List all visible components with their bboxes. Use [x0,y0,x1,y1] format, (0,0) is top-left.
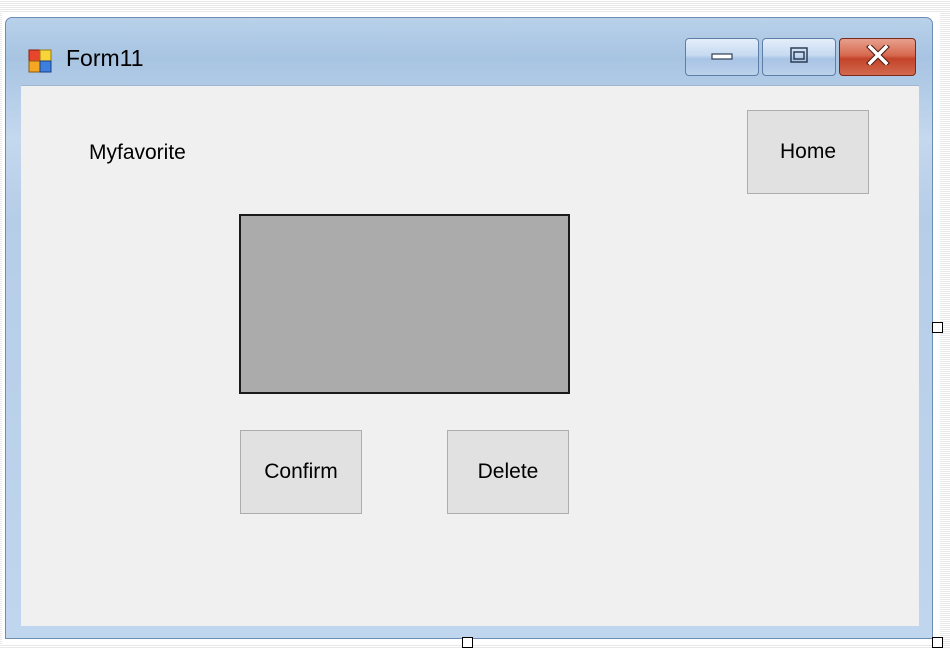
app-icon [28,49,52,73]
confirm-button[interactable]: Confirm [240,430,362,514]
designer-surface: Form11 Myfavorite Home Confirm Delete [0,0,950,648]
close-button[interactable] [839,38,916,76]
minimize-button[interactable] [685,38,759,76]
picture-box [239,214,570,394]
resize-handle-bottom[interactable] [462,637,473,648]
myfavorite-label: Myfavorite [89,141,186,164]
resize-handle-corner[interactable] [932,637,943,648]
maximize-icon [789,46,809,69]
resize-handle-right[interactable] [932,322,943,333]
maximize-button[interactable] [762,38,836,76]
home-button[interactable]: Home [747,110,869,194]
close-icon [865,42,890,70]
title-bar[interactable]: Form11 [6,18,932,84]
form-window[interactable]: Form11 Myfavorite Home Confirm Delete [5,17,933,639]
window-title: Form11 [66,45,144,71]
minimize-icon [711,48,733,66]
form-client-area: Myfavorite Home Confirm Delete [21,85,919,626]
delete-button[interactable]: Delete [447,430,569,514]
